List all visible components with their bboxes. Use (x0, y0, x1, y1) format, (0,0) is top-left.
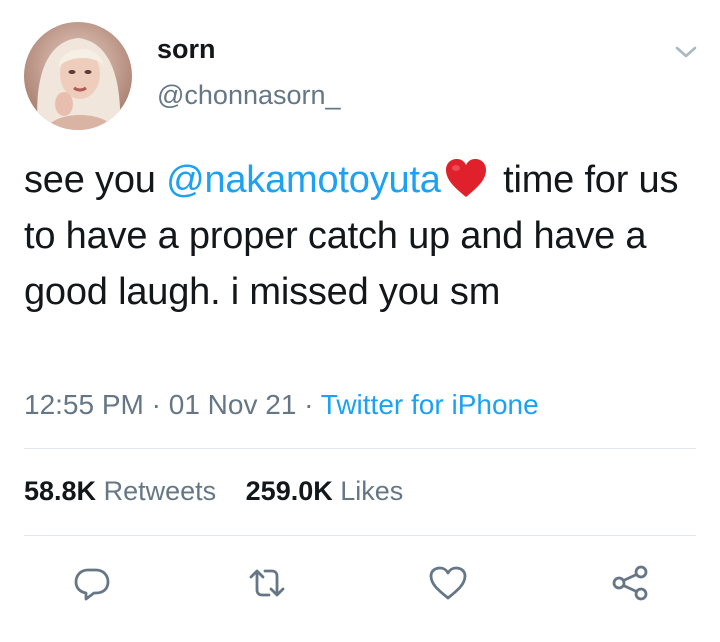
mention-link[interactable]: @nakamotoyuta (166, 159, 441, 201)
heart-icon[interactable] (428, 563, 468, 603)
avatar[interactable] (24, 22, 132, 130)
retweets-label: Retweets (103, 476, 217, 506)
display-name[interactable]: sorn (157, 31, 216, 67)
tweet-source-link[interactable]: Twitter for iPhone (321, 389, 539, 420)
meta-separator: · (143, 389, 169, 420)
divider (24, 448, 696, 449)
divider (24, 535, 696, 536)
reply-icon[interactable] (72, 563, 112, 603)
avatar-image (24, 22, 132, 130)
tweet-text: see you @nakamotoyuta time for us to hav… (24, 152, 696, 320)
red-heart-emoji-icon (443, 156, 489, 200)
chevron-down-icon[interactable] (671, 40, 701, 64)
share-icon[interactable] (610, 563, 650, 603)
likes-count: 259.0K (245, 476, 333, 506)
tweet-text-start: see you (24, 159, 167, 201)
retweets-count: 58.8K (24, 476, 97, 506)
tweet: sorn @chonnasorn_ see you @nakamotoyuta … (0, 0, 720, 642)
likes-label: Likes (340, 476, 404, 506)
tweet-meta: 12:55 PM · 01 Nov 21 · Twitter for iPhon… (24, 385, 539, 425)
retweet-icon[interactable] (247, 563, 287, 603)
tweet-date[interactable]: 01 Nov 21 (169, 389, 297, 420)
handle[interactable]: @chonnasorn_ (157, 77, 341, 113)
retweets-stat[interactable]: 58.8K Retweets (24, 472, 216, 510)
tweet-stats: 58.8K Retweets 259.0K Likes (24, 472, 425, 510)
likes-stat[interactable]: 259.0K Likes (246, 472, 404, 510)
tweet-time[interactable]: 12:55 PM (24, 389, 144, 420)
meta-separator: · (296, 389, 321, 420)
